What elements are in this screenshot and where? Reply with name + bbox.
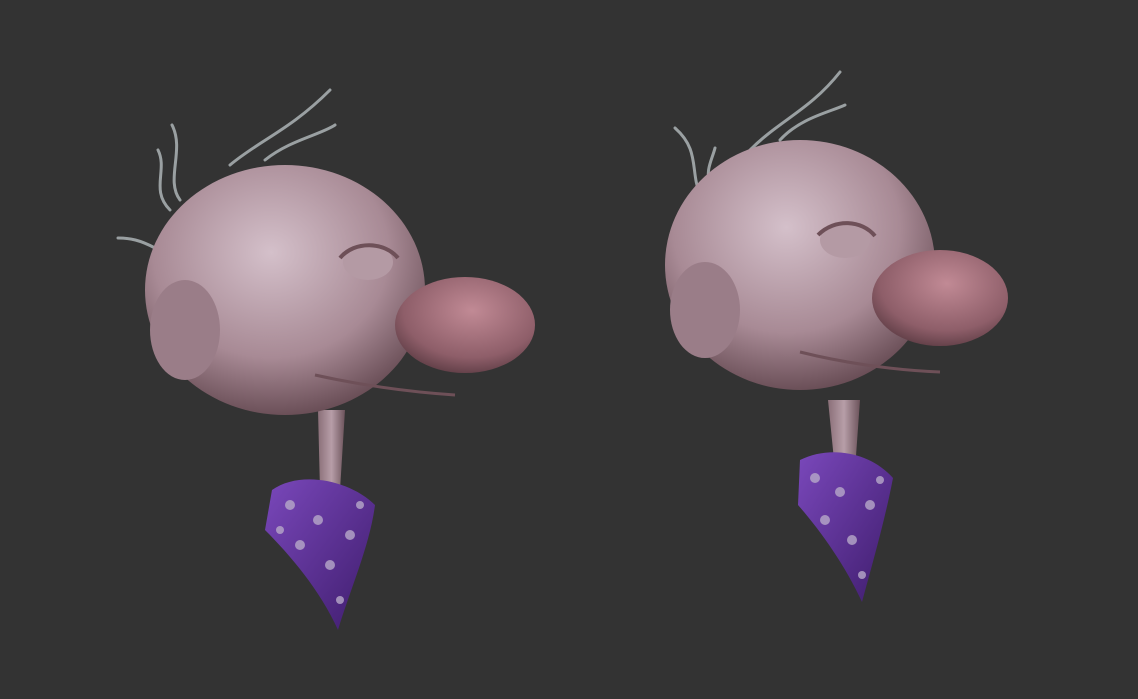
ear xyxy=(670,262,740,358)
nose xyxy=(872,250,1008,346)
nose xyxy=(395,277,535,373)
ear xyxy=(150,280,220,380)
render-viewport xyxy=(0,0,1138,699)
